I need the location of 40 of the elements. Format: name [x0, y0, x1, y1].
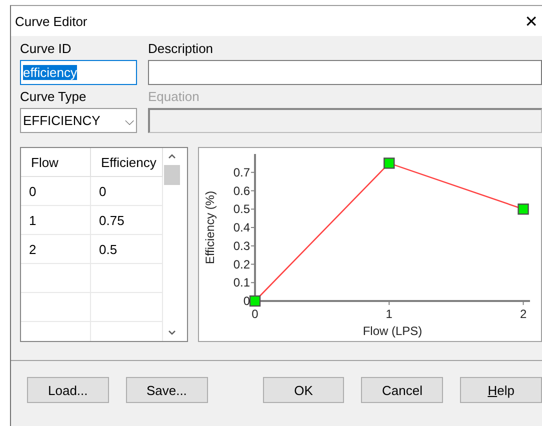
dialog-button[interactable]: Load... — [27, 377, 109, 403]
table-cell[interactable]: 0 — [21, 177, 91, 206]
data-point — [249, 295, 261, 307]
dialog-button[interactable]: Cancel — [361, 377, 444, 403]
y-tick-label: 0.3 — [233, 238, 250, 253]
curve-id-field[interactable]: efficiency — [20, 60, 137, 85]
y-tick-label: 0.5 — [233, 202, 250, 216]
close-button[interactable]: ✕ — [524, 12, 542, 30]
table-cell[interactable] — [21, 264, 91, 293]
field-label: Curve ID — [20, 41, 72, 58]
table-cell[interactable] — [21, 293, 91, 322]
curve-type-dropdown[interactable]: EFFICIENCY ⌵ — [20, 108, 137, 133]
scroll-thumb[interactable] — [164, 165, 180, 185]
scroll-down-icon[interactable] — [168, 330, 176, 335]
x-tick-label: 2 — [520, 307, 527, 321]
y-tick-label: 0.1 — [233, 276, 250, 290]
window-title: Curve Editor — [15, 14, 88, 28]
field-label: Description — [148, 41, 214, 58]
dialog-button[interactable]: Save... — [126, 377, 208, 403]
field-label: Equation — [148, 89, 200, 106]
field-text: efficiency — [23, 65, 77, 80]
column-header: Flow — [21, 148, 91, 177]
description-field[interactable] — [148, 60, 542, 85]
x-axis-title: Flow (LPS) — [362, 324, 422, 338]
dialog-button[interactable]: OK — [262, 377, 344, 403]
table-cell[interactable]: 1 — [21, 206, 91, 235]
dialog-button[interactable]: Help — [460, 377, 542, 403]
y-axis-title: Efficiency (%) — [203, 190, 217, 264]
data-point — [384, 158, 395, 169]
x-tick-label: 0 — [252, 307, 258, 321]
x-tick-label: 1 — [386, 307, 392, 321]
y-tick-label: 0.2 — [233, 257, 250, 272]
scroll-up-icon[interactable] — [168, 154, 176, 159]
y-tick-label: 0 — [243, 294, 250, 308]
y-tick-label: 0.4 — [233, 220, 250, 234]
table-cell[interactable]: 2 — [21, 235, 91, 264]
y-tick-label: 0.7 — [233, 165, 250, 180]
data-point — [518, 204, 529, 215]
field-label: Curve Type — [20, 89, 88, 106]
y-tick-label: 0.6 — [233, 184, 250, 198]
